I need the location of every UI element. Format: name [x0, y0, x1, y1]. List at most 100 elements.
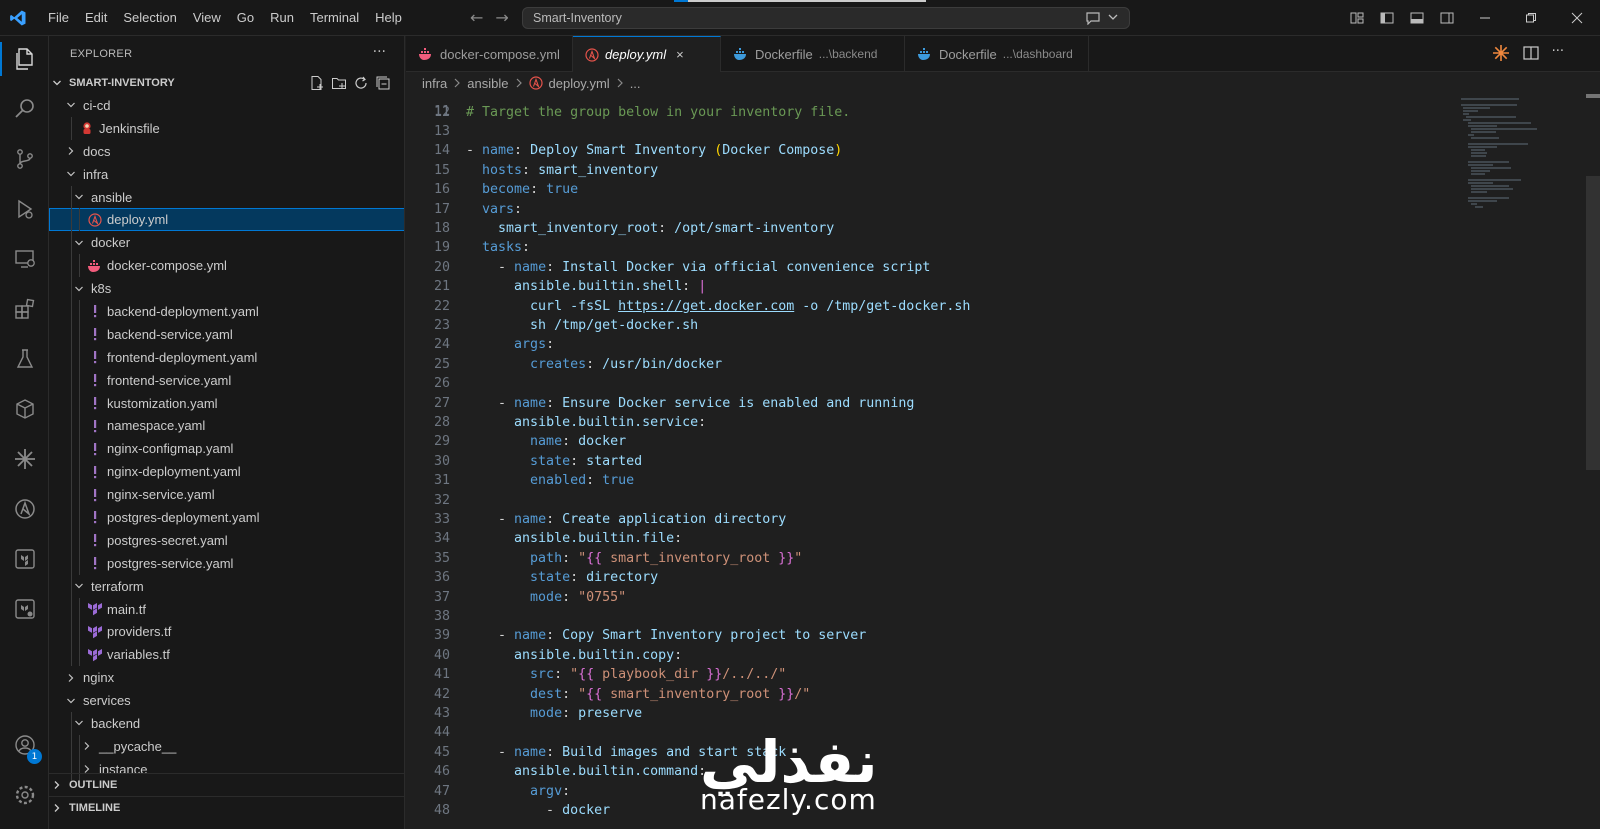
- toggle-primary-sidebar-icon[interactable]: [1374, 5, 1400, 31]
- code-token: Copy Smart Inventory project to server: [562, 628, 867, 644]
- refresh-icon[interactable]: [353, 75, 369, 94]
- copilot-chat-icon[interactable]: [1085, 11, 1101, 28]
- tree-file[interactable]: frontend-deployment.yaml: [49, 345, 404, 369]
- code-token[interactable]: https://get.docker.com: [618, 299, 794, 314]
- menu-go[interactable]: Go: [229, 0, 262, 36]
- tree-folder[interactable]: infra: [49, 163, 404, 186]
- tree-file[interactable]: variables.tf: [49, 643, 404, 667]
- settings-icon[interactable]: [0, 772, 49, 818]
- code-text: become: true: [466, 180, 578, 199]
- toggle-panel-icon[interactable]: [1404, 5, 1430, 31]
- chevron-down-icon[interactable]: [1107, 11, 1119, 28]
- accounts-icon[interactable]: 1: [0, 722, 49, 768]
- tree-folder[interactable]: ansible: [49, 185, 404, 209]
- tree-file[interactable]: providers.tf: [49, 620, 404, 644]
- editor-tab[interactable]: deploy.yml ×: [572, 36, 721, 72]
- more-actions-icon[interactable]: ···: [373, 44, 386, 60]
- code-token: :: [562, 686, 579, 702]
- docker-compose-icon: [87, 258, 103, 274]
- menu-help[interactable]: Help: [367, 0, 410, 36]
- tree-folder[interactable]: services: [49, 689, 404, 712]
- split-editor-icon[interactable]: [1522, 44, 1540, 66]
- close-window-button[interactable]: [1554, 0, 1600, 36]
- terraform-cloud-icon[interactable]: [0, 586, 49, 632]
- toggle-secondary-sidebar-icon[interactable]: [1434, 5, 1460, 31]
- testing-icon[interactable]: [0, 336, 49, 382]
- search-icon[interactable]: [0, 86, 49, 132]
- tree-file[interactable]: kustomization.yaml: [49, 391, 404, 415]
- tree-file[interactable]: namespace.yaml: [49, 414, 404, 438]
- editor-tab[interactable]: Dockerfile ...\dashboard: [905, 36, 1089, 72]
- new-folder-icon[interactable]: [331, 75, 347, 94]
- tree-file[interactable]: deploy.yml: [49, 208, 404, 232]
- editor-tab[interactable]: docker-compose.yml: [406, 36, 573, 72]
- remote-explorer-icon[interactable]: [0, 236, 49, 282]
- code-text: mode: preserve: [466, 704, 642, 723]
- breadcrumb-item[interactable]: deploy.yml: [549, 76, 610, 91]
- back-arrow-icon[interactable]: ←: [470, 8, 483, 27]
- timeline-section[interactable]: TIMELINE: [49, 796, 404, 818]
- scrollbar-thumb[interactable]: [1586, 176, 1600, 470]
- forward-arrow-icon[interactable]: →: [495, 8, 508, 27]
- tree-folder[interactable]: docs: [49, 140, 404, 163]
- close-tab-icon[interactable]: ×: [676, 47, 684, 62]
- tree-file[interactable]: postgres-deployment.yaml: [49, 506, 404, 529]
- breadcrumb-item[interactable]: ansible: [467, 76, 508, 91]
- minimap[interactable]: [1461, 94, 1561, 829]
- tree-file[interactable]: nginx-deployment.yaml: [49, 460, 404, 484]
- menu-edit[interactable]: Edit: [77, 0, 115, 36]
- editor-scrollbar[interactable]: [1586, 94, 1600, 829]
- tree-file[interactable]: postgres-service.yaml: [49, 551, 404, 575]
- tree-folder[interactable]: docker: [49, 231, 404, 255]
- tree-file[interactable]: backend-deployment.yaml: [49, 300, 404, 323]
- menu-terminal[interactable]: Terminal: [302, 0, 367, 36]
- tree-file[interactable]: Jenkinsfile: [49, 116, 404, 140]
- terraform-icon[interactable]: [0, 536, 49, 582]
- tree-folder[interactable]: nginx: [49, 666, 404, 689]
- tree-file[interactable]: postgres-secret.yaml: [49, 528, 404, 552]
- terraform-file-icon: [87, 647, 103, 663]
- new-file-icon[interactable]: [309, 75, 325, 94]
- code-text: ansible.builtin.shell: |: [466, 277, 706, 296]
- restore-button[interactable]: [1508, 0, 1554, 36]
- tree-file[interactable]: nginx-configmap.yaml: [49, 437, 404, 461]
- indent-guide: [71, 597, 72, 621]
- tree-file[interactable]: nginx-service.yaml: [49, 483, 404, 507]
- breadcrumb: infra ansible deploy.yml...: [406, 72, 1600, 94]
- tree-file[interactable]: backend-service.yaml: [49, 322, 404, 346]
- menu-run[interactable]: Run: [262, 0, 302, 36]
- explorer-icon[interactable]: [0, 36, 49, 82]
- editor-tab[interactable]: Dockerfile ...\backend: [721, 36, 905, 72]
- outline-section[interactable]: OUTLINE: [49, 773, 404, 795]
- ansible-icon[interactable]: [0, 486, 49, 532]
- copilot-icon[interactable]: [0, 436, 49, 482]
- breadcrumb-item[interactable]: infra: [422, 76, 447, 91]
- tree-file[interactable]: docker-compose.yml: [49, 254, 404, 278]
- breadcrumb-item[interactable]: ...: [630, 76, 641, 91]
- workspace-root[interactable]: SMART-INVENTORY: [49, 72, 404, 94]
- tree-folder[interactable]: ci-cd: [49, 94, 404, 117]
- source-control-icon[interactable]: [0, 136, 49, 182]
- menu-file[interactable]: File: [40, 0, 77, 36]
- minimize-button[interactable]: [1462, 0, 1508, 36]
- tree-folder[interactable]: backend: [49, 712, 404, 735]
- customize-layout-icon[interactable]: [1344, 5, 1370, 31]
- menu-selection[interactable]: Selection: [115, 0, 184, 36]
- collapse-all-icon[interactable]: [375, 75, 391, 94]
- run-debug-icon[interactable]: [0, 186, 49, 232]
- tree-folder[interactable]: terraform: [49, 574, 404, 598]
- more-actions-icon[interactable]: ···: [1552, 44, 1564, 66]
- code-token: mode: [530, 705, 563, 721]
- extensions-icon[interactable]: [0, 286, 49, 332]
- tree-folder[interactable]: __pycache__: [49, 734, 404, 758]
- tree-folder[interactable]: k8s: [49, 277, 404, 301]
- tree-file[interactable]: frontend-service.yaml: [49, 368, 404, 392]
- command-center[interactable]: Smart-Inventory: [522, 7, 1130, 29]
- menu-view[interactable]: View: [185, 0, 229, 36]
- tree-file[interactable]: main.tf: [49, 597, 404, 621]
- code-line: 38: [406, 607, 1461, 626]
- copilot-edits-icon[interactable]: [1492, 44, 1510, 66]
- code-editor[interactable]: 11 12 # Target the group below in your in…: [406, 94, 1461, 829]
- containers-icon[interactable]: [0, 386, 49, 432]
